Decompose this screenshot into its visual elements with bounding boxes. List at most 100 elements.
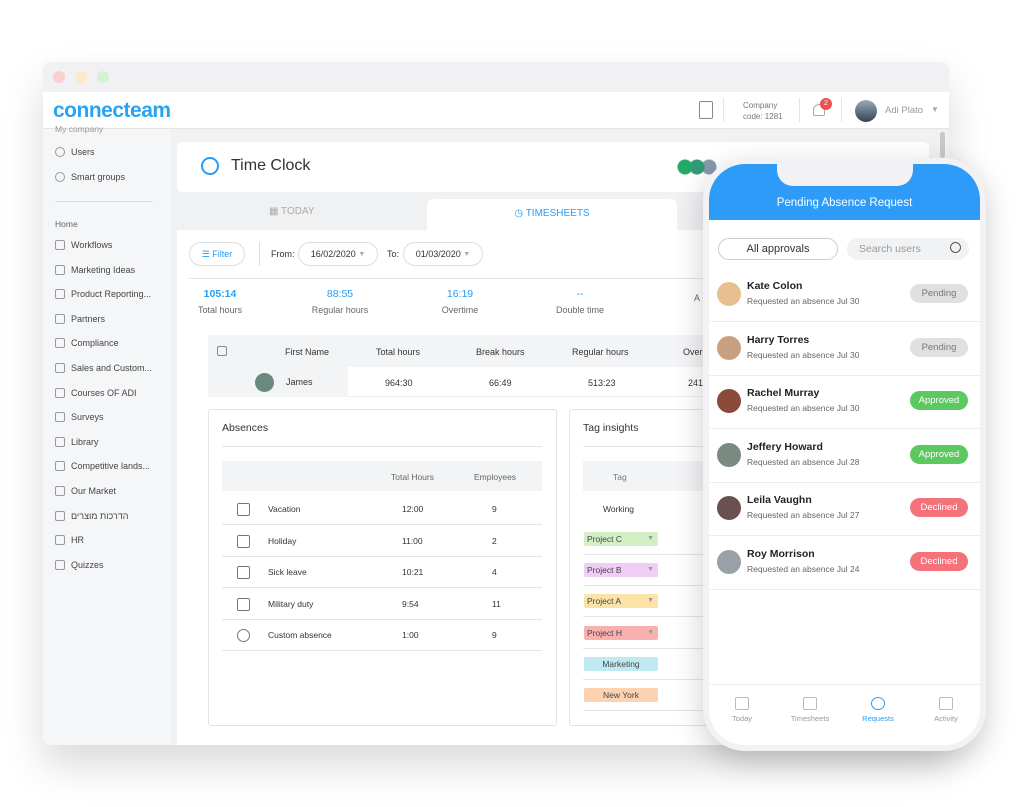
- sidebar-item[interactable]: Competitive lands...: [55, 461, 150, 472]
- request-row[interactable]: Leila Vaughn Requested an absence Jul 27 D…: [709, 482, 980, 536]
- request-row[interactable]: Roy Morrison Requested an absence Jul 24 D…: [709, 536, 980, 590]
- sidebar-item[interactable]: Product Reporting...: [55, 289, 151, 300]
- nav-timesheets[interactable]: Timesheets: [780, 697, 840, 723]
- maximize-window-button[interactable]: [97, 71, 109, 83]
- avatar: [717, 389, 741, 413]
- sidebar-item[interactable]: Quizzes: [55, 559, 104, 570]
- avatar: [255, 373, 274, 392]
- status-badge[interactable]: Approved: [910, 391, 968, 410]
- sidebar: My company Users Smart groups Home Workf…: [43, 124, 171, 745]
- menu-item-icon: [55, 486, 65, 496]
- user-name[interactable]: Adi Plato: [885, 105, 923, 116]
- menu-item-icon: [55, 363, 65, 373]
- activity-icon: [939, 697, 953, 710]
- sidebar-item[interactable]: הדרכות מוצרים: [55, 510, 129, 521]
- status-badge[interactable]: Declined: [910, 498, 968, 517]
- title-bar: [43, 62, 949, 92]
- request-row[interactable]: Jeffery Howard Requested an absence Jul 2…: [709, 429, 980, 483]
- sidebar-item[interactable]: HR: [55, 535, 84, 546]
- to-label: To:: [387, 249, 400, 259]
- absence-type-icon: [237, 629, 250, 642]
- avatar: [717, 335, 741, 360]
- menu-item-icon: [55, 338, 65, 349]
- tag-chip[interactable]: Project C ▼: [584, 532, 658, 546]
- filter-button[interactable]: ☰ Filter: [189, 242, 245, 266]
- help-icon[interactable]: [699, 101, 713, 119]
- stopwatch-icon: [201, 157, 219, 175]
- status-badge[interactable]: Pending: [910, 337, 968, 357]
- tag-chip[interactable]: Project A ▼: [584, 594, 658, 609]
- sidebar-item[interactable]: Courses OF ADI: [55, 387, 137, 398]
- menu-item-icon: [55, 535, 65, 546]
- sidebar-item[interactable]: Marketing Ideas: [55, 264, 135, 275]
- phone-header: Pending Absence Request: [709, 164, 980, 220]
- sidebar-item[interactable]: Workflows: [55, 240, 112, 250]
- minimize-window-button[interactable]: [75, 71, 87, 83]
- sidebar-item-users[interactable]: Users: [55, 147, 95, 157]
- tag-chip[interactable]: Marketing: [584, 656, 658, 671]
- menu-item-icon: [55, 461, 65, 472]
- absence-row: Custom absence 1:00 9: [222, 620, 542, 651]
- nav-requests[interactable]: Requests: [848, 697, 908, 723]
- menu-item-icon: [55, 412, 65, 423]
- today-icon: [735, 697, 749, 710]
- absences-card: Absences Total Hours Employees Vacation 1…: [208, 409, 557, 726]
- tag-chip[interactable]: New York: [584, 688, 658, 702]
- menu-item-icon: [55, 559, 65, 570]
- nav-activity[interactable]: Activity: [916, 697, 976, 723]
- from-date-picker[interactable]: 16/02/2020 ▼: [298, 242, 378, 266]
- sidebar-item-smart-groups[interactable]: Smart groups: [55, 172, 125, 182]
- logo: connecteam: [53, 99, 171, 122]
- stat: 88:55 Regular hours: [311, 288, 369, 315]
- sidebar-item[interactable]: Surveys: [55, 412, 104, 423]
- absence-type-icon: [237, 566, 250, 579]
- phone-mockup: Pending Absence Request All approvals Se…: [703, 158, 986, 751]
- tag-chip[interactable]: Project H ▼: [584, 625, 658, 640]
- scrollbar[interactable]: [940, 132, 945, 158]
- sidebar-item[interactable]: Partners: [55, 313, 105, 324]
- stat: -- Double time: [555, 288, 605, 315]
- tag-working: Working: [603, 504, 635, 514]
- group-icon: [55, 172, 65, 182]
- absence-type-icon: [237, 597, 250, 611]
- sidebar-item[interactable]: Compliance: [55, 338, 119, 349]
- section-label: My company: [55, 124, 104, 134]
- notch: [777, 164, 913, 186]
- user-avatar[interactable]: [855, 100, 877, 122]
- search-users-input[interactable]: Search users: [847, 238, 969, 260]
- status-badge[interactable]: Declined: [910, 551, 968, 571]
- request-row[interactable]: Kate Colon Requested an absence Jul 30 Pen…: [709, 268, 980, 322]
- card-title: Tag insights: [583, 422, 639, 434]
- status-badge[interactable]: Approved: [910, 444, 968, 464]
- tab-timesheets[interactable]: ◷ TIMESHEETS: [427, 199, 677, 231]
- approvals-filter[interactable]: All approvals: [718, 238, 838, 260]
- absence-row: Military duty 9:54 11: [222, 589, 542, 620]
- sidebar-item[interactable]: Library: [55, 436, 99, 447]
- app-header: connecteam Company code: 1281 2 Adi Plato…: [43, 92, 949, 129]
- select-all-checkbox[interactable]: [217, 346, 227, 356]
- request-row[interactable]: Harry Torres Requested an absence Jul 30 P…: [709, 322, 980, 376]
- timesheets-icon: [803, 697, 817, 710]
- sidebar-item[interactable]: Sales and Custom...: [55, 363, 152, 373]
- absence-row: Holiday 11:00 2: [222, 526, 542, 557]
- status-badge[interactable]: Pending: [910, 284, 968, 303]
- sidebar-item[interactable]: Our Market: [55, 486, 116, 496]
- card-title: Absences: [222, 422, 269, 434]
- avatar: [717, 442, 741, 467]
- close-window-button[interactable]: [53, 71, 65, 83]
- menu-item-icon: [55, 436, 65, 447]
- tab-today[interactable]: ▦ TODAY: [269, 206, 315, 217]
- bottom-nav: Today Timesheets Requests Activity: [709, 684, 980, 745]
- search-icon: [950, 242, 961, 253]
- chevron-down-icon[interactable]: ▼: [931, 105, 939, 114]
- nav-today[interactable]: Today: [712, 697, 772, 723]
- company-code: Company code: 1281: [743, 101, 783, 121]
- absence-row: Sick leave 10:21 4: [222, 557, 542, 588]
- request-row[interactable]: Rachel Murray Requested an absence Jul 30…: [709, 375, 980, 429]
- tag-chip[interactable]: Project B ▼: [584, 563, 658, 578]
- to-date-picker[interactable]: 01/03/2020 ▼: [403, 242, 483, 266]
- chevron-down-icon: ▼: [647, 535, 654, 542]
- chevron-down-icon: ▼: [647, 597, 654, 605]
- menu-item-icon: [55, 510, 65, 521]
- user-icon: [55, 147, 65, 157]
